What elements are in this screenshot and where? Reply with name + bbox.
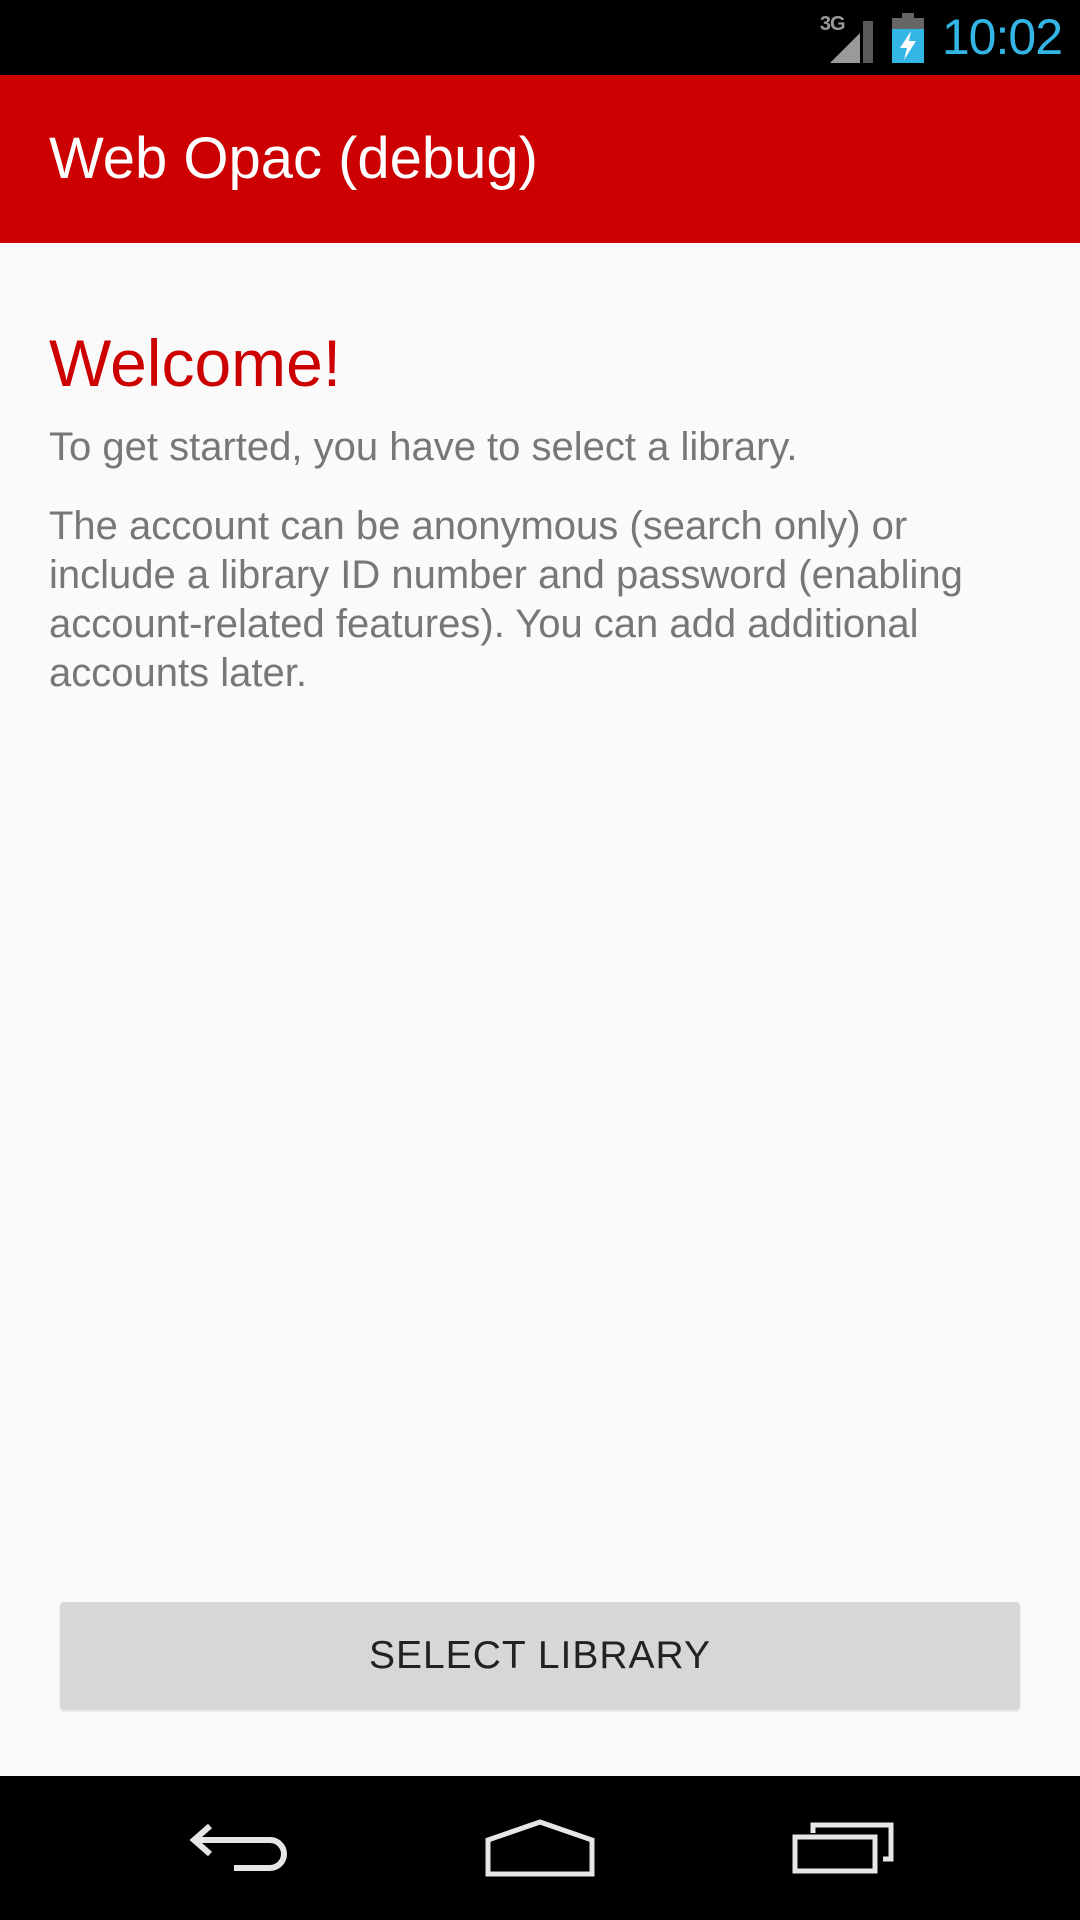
navigation-bar (0, 1776, 1080, 1920)
app-title: Web Opac (debug) (49, 126, 538, 191)
home-button[interactable] (440, 1776, 640, 1920)
back-icon (189, 1823, 287, 1871)
welcome-content: Welcome! To get started, you have to sel… (49, 243, 1039, 698)
clock: 10:02 (941, 9, 1063, 65)
signal-icon: 3G (820, 13, 878, 63)
status-bar: 3G 10:02 (0, 0, 1080, 75)
select-library-button[interactable]: SELECT LIBRARY (60, 1602, 1020, 1709)
recent-apps-icon (792, 1822, 894, 1874)
status-icons: 3G 10:02 (820, 0, 1063, 75)
app-screen: 3G 10:02 Web Opac (debug) Welcome! To ge… (0, 0, 1080, 1920)
recent-apps-button[interactable] (743, 1776, 943, 1920)
intro-text: To get started, you have to select a lib… (49, 425, 798, 469)
action-bar: Web Opac (debug) (0, 75, 1080, 243)
battery-charging-icon (891, 12, 924, 63)
back-button[interactable] (140, 1776, 340, 1920)
welcome-heading: Welcome! (49, 326, 342, 400)
home-icon (485, 1819, 595, 1877)
account-info-text: The account can be anonymous (search onl… (49, 504, 963, 695)
